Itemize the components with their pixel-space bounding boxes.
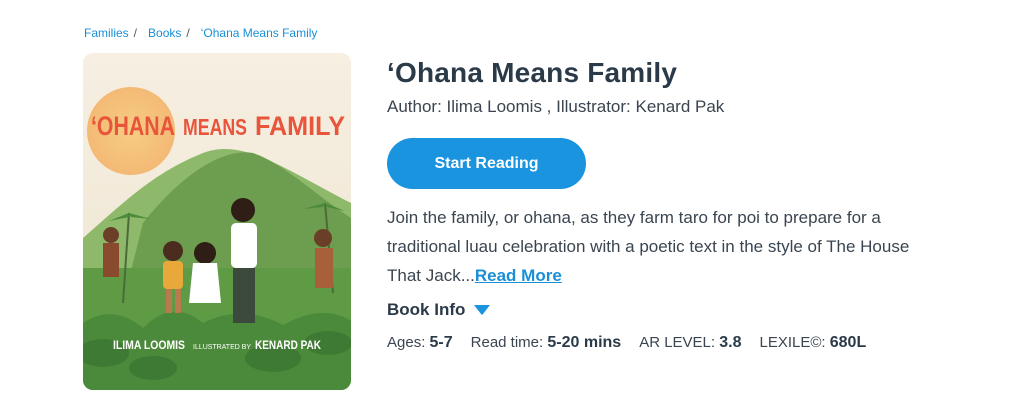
breadcrumb-families[interactable]: Families: [84, 26, 129, 40]
ar-level-meta: AR LEVEL: 3.8: [639, 334, 741, 352]
ages-meta: Ages: 5-7: [387, 334, 453, 352]
read-more-link[interactable]: Read More: [475, 266, 562, 285]
breadcrumb-separator: /: [186, 26, 190, 40]
caret-down-icon: [474, 305, 491, 315]
breadcrumb-books[interactable]: Books: [148, 26, 181, 40]
lexile-label: LEXILE©:: [759, 334, 826, 351]
ages-value: 5-7: [429, 334, 453, 351]
breadcrumb-separator: /: [133, 26, 138, 40]
cover-title-family: FAMILY: [255, 111, 345, 141]
breadcrumb: Families / Books / ‘Ohana Means Family: [84, 26, 317, 40]
read-time-value: 5-20 mins: [547, 334, 622, 351]
start-reading-button[interactable]: Start Reading: [387, 138, 586, 189]
ar-level-value: 3.8: [719, 334, 742, 351]
book-title: ‘Ohana Means Family: [387, 57, 678, 88]
book-meta: Ages: 5-7 Read time: 5-20 mins AR LEVEL:…: [387, 334, 947, 352]
book-cover-illustration: ‘OHANA MEANS FAMILY ILIMA LOOMIS ILLUSTR…: [83, 53, 351, 390]
lexile-meta: LEXILE©: 680L: [759, 334, 866, 352]
cover-illustrated-by: ILLUSTRATED BY: [193, 344, 251, 351]
cover-author: ILIMA LOOMIS: [113, 338, 185, 352]
breadcrumb-current-book[interactable]: ‘Ohana Means Family: [201, 26, 318, 40]
book-cover[interactable]: ‘OHANA MEANS FAMILY ILIMA LOOMIS ILLUSTR…: [83, 53, 351, 390]
read-time-label: Read time:: [470, 334, 544, 351]
book-description: Join the family, or ohana, as they farm …: [387, 203, 937, 290]
cover-title-ohana: ‘OHANA: [91, 111, 175, 141]
read-time-meta: Read time: 5-20 mins: [471, 334, 622, 352]
book-details: ‘Ohana Means Family Author: Ilima Loomis…: [387, 56, 947, 352]
book-credits: Author: Ilima Loomis , Illustrator: Kena…: [387, 97, 725, 116]
book-description-text: Join the family, or ohana, as they farm …: [387, 208, 910, 285]
ar-level-label: AR LEVEL:: [639, 334, 716, 351]
book-info-toggle[interactable]: Book Info: [387, 300, 491, 320]
lexile-value: 680L: [829, 334, 867, 351]
cover-title-means: MEANS: [183, 114, 247, 140]
cover-illustrator: KENARD PAK: [255, 338, 321, 352]
book-info-label: Book Info: [387, 300, 466, 319]
ages-label: Ages:: [387, 334, 426, 351]
